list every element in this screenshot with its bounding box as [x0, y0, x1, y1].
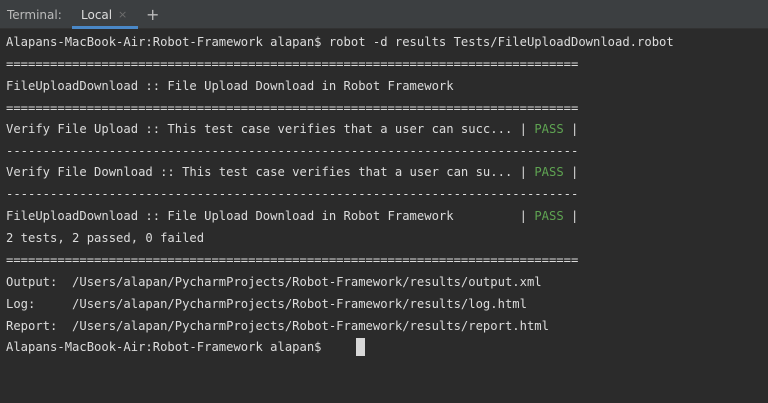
output-path-line: Output: /Users/alapan/PycharmProjects/Ro… [6, 275, 542, 289]
terminal-title: Terminal: [7, 8, 62, 22]
text-cursor [356, 338, 365, 356]
separator-line: ----------------------------------------… [6, 144, 579, 158]
terminal-output[interactable]: Alapans-MacBook-Air:Robot-Framework alap… [0, 29, 768, 403]
separator-line: ----------------------------------------… [6, 187, 579, 201]
pass-status: PASS [534, 122, 564, 136]
log-path-line: Log: /Users/alapan/PycharmProjects/Robot… [6, 297, 527, 311]
final-prompt-line: Alapans-MacBook-Air:Robot-Framework alap… [6, 340, 329, 354]
suite-header-line: FileUploadDownload :: File Upload Downlo… [6, 79, 454, 93]
status-end: | [563, 122, 579, 136]
plus-icon[interactable]: + [146, 5, 159, 24]
close-icon[interactable]: × [118, 8, 127, 21]
pass-status: PASS [534, 165, 564, 179]
pass-status: PASS [534, 209, 564, 223]
tab-local-label: Local [81, 8, 113, 22]
suite-result-line: FileUploadDownload :: File Upload Downlo… [6, 207, 578, 225]
test-name: Verify File Download :: This test case v… [6, 165, 535, 179]
terminal-window: Terminal: Local × + Alapans-MacBook-Air:… [0, 0, 768, 403]
test-result-line: Verify File Upload :: This test case ver… [6, 120, 578, 138]
separator-line: ========================================… [6, 101, 579, 115]
stats-line: 2 tests, 2 passed, 0 failed [6, 231, 205, 245]
test-result-line: Verify File Download :: This test case v… [6, 163, 578, 181]
test-name: Verify File Upload :: This test case ver… [6, 122, 535, 136]
tab-local[interactable]: Local × [72, 0, 138, 29]
separator-line: ========================================… [6, 253, 579, 267]
status-end: | [563, 165, 579, 179]
report-path-line: Report: /Users/alapan/PycharmProjects/Ro… [6, 319, 549, 333]
status-end: | [563, 209, 579, 223]
suite-name: FileUploadDownload :: File Upload Downlo… [6, 209, 535, 223]
prompt-command-line: Alapans-MacBook-Air:Robot-Framework alap… [6, 35, 674, 49]
terminal-toolbar: Terminal: Local × + [0, 0, 768, 29]
separator-line: ========================================… [6, 57, 579, 71]
